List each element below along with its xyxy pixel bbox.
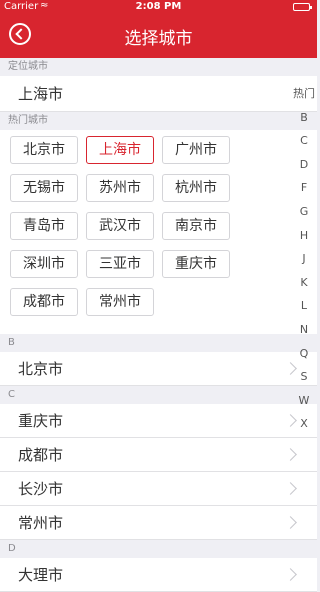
hot-city-button[interactable]: 上海市 (86, 136, 154, 164)
chevron-right-icon (284, 516, 297, 529)
city-list[interactable]: 定位城市 上海市 热门城市 北京市 上海市 广州市 无锡市 苏州市 杭州市 青岛市 武汉市 南京… (0, 58, 317, 592)
index-letter[interactable]: F (291, 176, 317, 200)
hot-city-grid: 北京市 上海市 广州市无锡市 苏州市 杭州市青岛市 武汉市 南京市深圳市 三亚市 重庆市成都市常… (0, 130, 300, 334)
index-letter[interactable]: Q (291, 342, 317, 366)
hot-city-button[interactable]: 杭州市 (162, 174, 230, 202)
city-name: 北京市 (18, 360, 64, 378)
hot-city-button[interactable]: 重庆市 (162, 250, 230, 278)
hot-city-button[interactable]: 苏州市 (86, 174, 154, 202)
location-city[interactable]: 上海市 (0, 76, 317, 112)
hot-city-button[interactable]: 无锡市 (10, 174, 78, 202)
alphabet-index[interactable]: 热门 B C D F G H J K L N Q S W X (291, 82, 317, 436)
hot-city-button[interactable]: 南京市 (162, 212, 230, 240)
index-letter[interactable]: L (291, 294, 317, 318)
page-title: 选择城市 (124, 29, 193, 49)
hot-city-button[interactable]: 武汉市 (86, 212, 154, 240)
index-letter[interactable]: W (291, 389, 317, 413)
city-name: 大理市 (18, 566, 64, 584)
section-header-letter: C (0, 386, 317, 404)
city-name: 常州市 (18, 514, 64, 532)
hot-city-button[interactable]: 成都市 (10, 288, 78, 316)
index-letter[interactable]: X (291, 412, 317, 436)
index-letter[interactable]: C (291, 129, 317, 153)
index-letter[interactable]: J (291, 247, 317, 271)
index-letter[interactable]: D (291, 153, 317, 177)
city-name: 重庆市 (18, 412, 64, 430)
index-letter[interactable]: K (291, 271, 317, 295)
index-letter[interactable]: S (291, 365, 317, 389)
section-header-location: 定位城市 (0, 58, 317, 76)
chevron-right-icon (284, 448, 297, 461)
index-letter[interactable]: B (291, 106, 317, 130)
hot-city-button[interactable]: 青岛市 (10, 212, 78, 240)
city-row[interactable]: 长沙市 (0, 472, 317, 506)
city-row[interactable]: 北京市 (0, 352, 317, 386)
chevron-right-icon (284, 568, 297, 581)
city-row[interactable]: 成都市 (0, 438, 317, 472)
nav-bar: 选择城市 (0, 14, 317, 58)
city-row[interactable]: 大理市 (0, 558, 317, 592)
city-name: 成都市 (18, 446, 64, 464)
hot-city-button[interactable]: 广州市 (162, 136, 230, 164)
chevron-right-icon (284, 482, 297, 495)
battery-icon (293, 3, 312, 11)
index-letter[interactable]: H (291, 224, 317, 248)
status-bar: Carrier ≈ 2:08 PM (0, 0, 317, 14)
hot-city-button[interactable]: 常州市 (86, 288, 154, 316)
index-letter[interactable]: 热门 (291, 82, 317, 106)
section-header-hot: 热门城市 (0, 112, 317, 130)
hot-city-button[interactable]: 北京市 (10, 136, 78, 164)
index-letter[interactable]: G (291, 200, 317, 224)
city-row[interactable]: 重庆市 (0, 404, 317, 438)
hot-city-button[interactable]: 深圳市 (10, 250, 78, 278)
section-header-letter: B (0, 334, 317, 352)
index-letter[interactable]: N (291, 318, 317, 342)
section-header-letter: D (0, 540, 317, 558)
city-name: 长沙市 (18, 480, 64, 498)
city-row[interactable]: 常州市 (0, 506, 317, 540)
status-time: 2:08 PM (135, 1, 182, 12)
hot-city-button[interactable]: 三亚市 (86, 250, 154, 278)
